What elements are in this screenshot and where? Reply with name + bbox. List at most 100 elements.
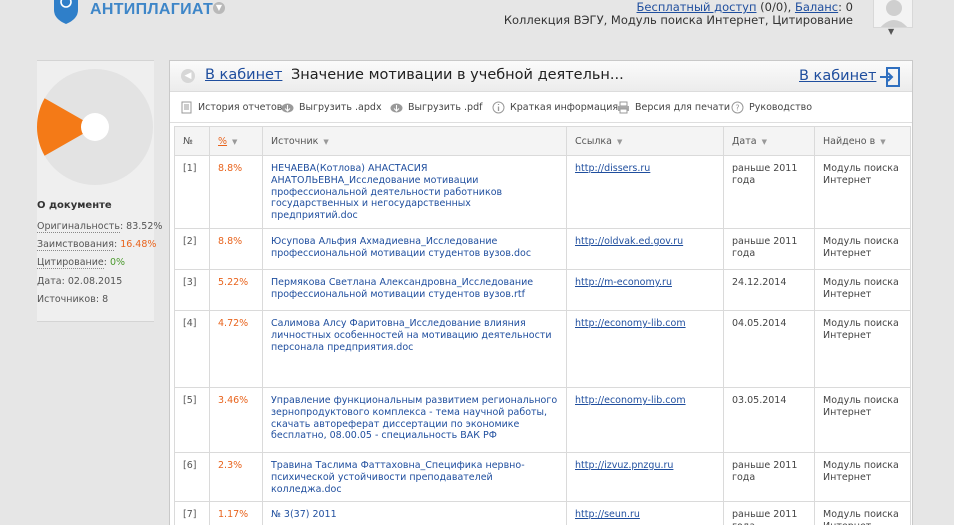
sources-value: 8 bbox=[102, 294, 109, 305]
table-row[interactable]: [1] 8.8% НЕЧАЕВА(Котлова) АНАСТАСИЯ АНАТ… bbox=[174, 155, 911, 229]
row-link[interactable]: http://oldvak.ed.gov.ru bbox=[566, 227, 724, 270]
row-found-in: Модуль поиска Интернет bbox=[814, 386, 911, 453]
export-pdf-button[interactable]: Выгрузить .pdf bbox=[390, 101, 482, 114]
row-percent: 2.3% bbox=[209, 451, 263, 503]
cloud-download-icon bbox=[281, 103, 294, 113]
sort-arrow-icon: ▼ bbox=[880, 137, 886, 146]
row-source[interactable]: Салимова Алсу Фаритовна_Исследование вли… bbox=[262, 309, 567, 388]
back-to-cabinet-link[interactable]: В кабинет bbox=[205, 67, 282, 83]
row-number: [4] bbox=[174, 309, 210, 388]
printer-icon bbox=[618, 101, 629, 114]
table-row[interactable]: [7] 1.17% № 3(37) 2011 http://seun.ru ра… bbox=[174, 501, 911, 525]
print-button[interactable]: Версия для печати bbox=[617, 101, 730, 114]
row-link[interactable]: http://dissers.ru bbox=[566, 155, 724, 229]
originality-value: 83.52% bbox=[126, 221, 163, 232]
summary-button[interactable]: Краткая информация bbox=[492, 101, 618, 114]
free-access-link[interactable]: Бесплатный доступ bbox=[637, 0, 757, 14]
balance-value: : 0 bbox=[838, 0, 853, 14]
row-percent: 4.72% bbox=[209, 309, 263, 388]
row-number: [3] bbox=[174, 268, 210, 311]
row-source[interactable]: № 3(37) 2011 bbox=[262, 501, 567, 525]
originality-label: Оригинальность bbox=[37, 221, 120, 233]
citation-stat: Цитирование: 0% bbox=[37, 257, 126, 269]
row-source[interactable]: Управление функциональным развитием реги… bbox=[262, 386, 567, 453]
row-found-in: Модуль поиска Интернет bbox=[814, 268, 911, 311]
sort-arrow-icon: ▼ bbox=[323, 137, 329, 146]
table-row[interactable]: [4] 4.72% Салимова Алсу Фаритовна_Исслед… bbox=[174, 309, 911, 388]
guide-button[interactable]: ? Руководство bbox=[731, 101, 812, 114]
avatar-dropdown-icon[interactable]: ▼ bbox=[888, 27, 894, 36]
report-panel: ◀ В кабинет Значение мотивации в учебной… bbox=[169, 60, 913, 525]
row-link[interactable]: http://m-economy.ru bbox=[566, 268, 724, 311]
info-icon bbox=[492, 101, 505, 114]
row-date: раньше 2011 года bbox=[723, 155, 815, 229]
account-info: Бесплатный доступ (0/0), Баланс: 0 bbox=[637, 0, 853, 14]
table-header-row: № % ▼ Источник ▼ Ссылка ▼ Дата ▼ Найдено в ▼ bbox=[174, 126, 911, 156]
row-source[interactable]: Травина Таслима Фаттаховна_Специфика нер… bbox=[262, 451, 567, 503]
row-percent: 3.46% bbox=[209, 386, 263, 453]
row-found-in: Модуль поиска Интернет bbox=[814, 309, 911, 388]
sources-stat: Источников: 8 bbox=[37, 294, 109, 305]
collections-text: Коллекция ВЭГУ, Модуль поиска Интернет, … bbox=[503, 13, 853, 27]
document-icon bbox=[181, 101, 192, 114]
row-date: 24.12.2014 bbox=[723, 268, 815, 311]
row-date: 04.05.2014 bbox=[723, 309, 815, 388]
export-apdx-label: Выгрузить .apdx bbox=[299, 102, 382, 113]
row-link[interactable]: http://seun.ru bbox=[566, 501, 724, 525]
table-row[interactable]: [3] 5.22% Пермякова Светлана Александров… bbox=[174, 268, 911, 311]
sort-arrow-icon: ▼ bbox=[232, 137, 238, 146]
row-link[interactable]: http://izvuz.pnzgu.ru bbox=[566, 451, 724, 503]
user-silhouette-icon bbox=[880, 0, 908, 27]
column-header-source[interactable]: Источник ▼ bbox=[262, 126, 567, 156]
row-number: [5] bbox=[174, 386, 210, 453]
date-label: Дата bbox=[37, 276, 62, 287]
borrowing-label: Заимствования bbox=[37, 239, 114, 251]
table-row[interactable]: [6] 2.3% Травина Таслима Фаттаховна_Спец… bbox=[174, 451, 911, 503]
guide-label: Руководство bbox=[749, 102, 813, 113]
column-header-num[interactable]: № bbox=[174, 126, 210, 156]
row-found-in: Модуль поиска Интернет bbox=[814, 155, 911, 229]
logo-shield-icon bbox=[54, 0, 78, 24]
row-percent: 1.17% bbox=[209, 501, 263, 525]
row-number: [7] bbox=[174, 501, 210, 525]
sources-table: № % ▼ Источник ▼ Ссылка ▼ Дата ▼ Найдено в ▼ … bbox=[174, 126, 911, 525]
citation-label: Цитирование bbox=[37, 257, 104, 269]
row-found-in: Модуль поиска Интернет bbox=[814, 451, 911, 503]
svg-text:?: ? bbox=[735, 104, 739, 113]
column-header-link[interactable]: Ссылка ▼ bbox=[566, 126, 724, 156]
balance-link[interactable]: Баланс bbox=[795, 0, 838, 14]
row-percent: 8.8% bbox=[209, 227, 263, 270]
history-label: История отчетов bbox=[198, 102, 283, 113]
row-date: раньше 2011 года bbox=[723, 451, 815, 503]
row-source[interactable]: Пермякова Светлана Александровна_Исследо… bbox=[262, 268, 567, 311]
table-row[interactable]: [2] 8.8% Юсупова Альфия Ахмадиевна_Иссле… bbox=[174, 227, 911, 270]
export-pdf-label: Выгрузить .pdf bbox=[408, 102, 483, 113]
export-apdx-button[interactable]: Выгрузить .apdx bbox=[281, 101, 382, 114]
row-number: [2] bbox=[174, 227, 210, 270]
history-button[interactable]: История отчетов bbox=[180, 101, 282, 114]
row-link[interactable]: http://economy-lib.com bbox=[566, 309, 724, 388]
logo-text[interactable]: АНТИПЛАГИАТ bbox=[90, 1, 213, 19]
column-header-percent[interactable]: % ▼ bbox=[209, 126, 263, 156]
exit-icon[interactable] bbox=[879, 66, 901, 88]
column-header-found[interactable]: Найдено в ▼ bbox=[814, 126, 911, 156]
avatar[interactable] bbox=[873, 0, 913, 28]
row-number: [1] bbox=[174, 155, 210, 229]
row-source[interactable]: НЕЧАЕВА(Котлова) АНАСТАСИЯ АНАТОЛЬЕВНА_И… bbox=[262, 155, 567, 229]
row-number: [6] bbox=[174, 451, 210, 503]
date-stat: Дата: 02.08.2015 bbox=[37, 276, 123, 287]
column-header-date[interactable]: Дата ▼ bbox=[723, 126, 815, 156]
row-date: раньше 2011 года bbox=[723, 501, 815, 525]
document-name: Значение мотивации в учебной деятельн... bbox=[291, 67, 624, 83]
date-value: 02.08.2015 bbox=[67, 276, 123, 287]
back-arrow-icon[interactable]: ◀ bbox=[181, 69, 195, 83]
row-date: 03.05.2014 bbox=[723, 386, 815, 453]
free-access-count: (0/0), bbox=[756, 0, 795, 14]
logo-dropdown-icon[interactable]: ▼ bbox=[213, 2, 225, 14]
row-link[interactable]: http://economy-lib.com bbox=[566, 386, 724, 453]
table-row[interactable]: [5] 3.46% Управление функциональным разв… bbox=[174, 386, 911, 453]
back-to-cabinet-link-right[interactable]: В кабинет bbox=[799, 68, 876, 84]
originality-pie-chart bbox=[37, 69, 153, 185]
originality-stat: Оригинальность: 83.52% bbox=[37, 221, 163, 233]
row-source[interactable]: Юсупова Альфия Ахмадиевна_Исследование п… bbox=[262, 227, 567, 270]
